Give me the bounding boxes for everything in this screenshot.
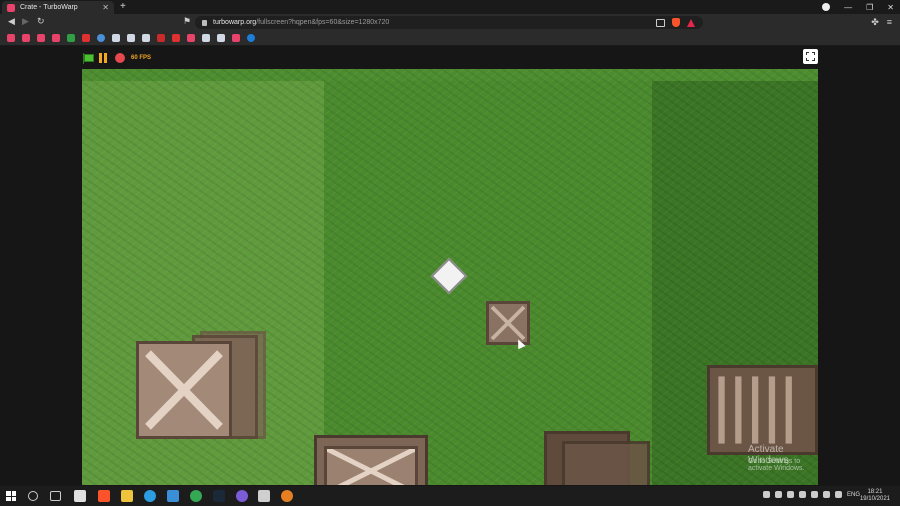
new-tab-icon[interactable]: + (120, 1, 126, 12)
green-flag-icon[interactable] (82, 52, 94, 64)
tray-2-icon[interactable] (774, 491, 782, 498)
tab-title: Crate - TurboWarp (20, 4, 78, 11)
browser-toolbar: ◀ ▶ ↻ ⚑ turbowarp.org /fullscreen?hqpen&… (0, 14, 900, 31)
fullscreen-icon (806, 52, 815, 61)
bookmark-icon[interactable]: ⚑ (183, 16, 191, 27)
brave-shields-icon[interactable] (672, 18, 680, 27)
extensions-icon[interactable]: ✤ (871, 17, 879, 28)
tray-5-icon[interactable] (810, 491, 818, 498)
share-icon[interactable] (656, 18, 665, 27)
bookmark-3-icon[interactable] (37, 34, 45, 42)
close-window-icon[interactable]: ✕ (887, 3, 894, 12)
address-bar[interactable]: turbowarp.org /fullscreen?hqpen&fps=60&s… (195, 16, 703, 29)
bookmark-5-icon[interactable] (67, 34, 75, 42)
app-icon[interactable] (167, 490, 179, 502)
windows-taskbar: ENG 18:21 19/10/2021 (0, 486, 900, 506)
tray-1-icon[interactable] (762, 491, 770, 498)
restore-icon[interactable]: ❐ (866, 3, 873, 12)
brave-rewards-icon[interactable] (687, 18, 695, 27)
window-controls: — ❐ ✕ (822, 0, 894, 14)
bookmark-15-icon[interactable] (217, 34, 225, 42)
fps-counter: 60 FPS (131, 55, 152, 61)
brave-taskbar-icon[interactable] (98, 490, 110, 502)
app-3-icon[interactable] (258, 490, 270, 502)
crate-bottom-front (324, 446, 418, 485)
bookmark-13-icon[interactable] (187, 34, 195, 42)
store-icon[interactable] (74, 490, 86, 502)
stop-icon[interactable] (115, 53, 125, 63)
bookmark-16-icon[interactable] (232, 34, 240, 42)
url-path: /fullscreen?hqpen&fps=60&size=1280x720 (256, 19, 390, 26)
bookmark-8-icon[interactable] (112, 34, 120, 42)
profile-icon[interactable] (822, 3, 831, 11)
stage-controls: 60 FPS (82, 52, 151, 64)
app-4-icon[interactable] (281, 490, 293, 502)
clock-date: 19/10/2021 (859, 496, 890, 502)
volume-icon[interactable] (834, 491, 842, 498)
taskbar-clock[interactable]: 18:21 19/10/2021 (860, 489, 890, 503)
wordpress-bookmark-icon[interactable] (97, 34, 105, 42)
bookmark-2-icon[interactable] (22, 34, 30, 42)
pause-icon[interactable] (99, 53, 107, 63)
task-view-icon[interactable] (50, 491, 61, 501)
bookmark-10-icon[interactable] (142, 34, 150, 42)
crate-trail (562, 441, 650, 485)
bookmark-4-icon[interactable] (52, 34, 60, 42)
bookmark-12-icon[interactable] (172, 34, 180, 42)
url-host: turbowarp.org (213, 19, 257, 26)
forward-icon[interactable]: ▶ (22, 16, 29, 27)
turbowarp-favicon-icon (7, 3, 15, 12)
activate-windows-subtitle: Go to Settings to activate Windows. (748, 458, 805, 472)
tray-6-icon[interactable] (822, 491, 830, 498)
browser-tab-bar: Crate - TurboWarp ✕ + — ❐ ✕ (0, 0, 900, 14)
lock-icon (202, 19, 207, 26)
clock-time: 18:21 (867, 489, 883, 495)
steam-icon[interactable] (213, 490, 225, 502)
menu-icon[interactable]: ≡ (887, 17, 892, 28)
minimize-icon[interactable]: — (844, 3, 852, 12)
crate-small (486, 301, 530, 345)
fullscreen-button[interactable] (803, 49, 818, 64)
tray-3-icon[interactable] (786, 491, 794, 498)
edge-icon[interactable] (144, 490, 156, 502)
start-icon[interactable] (6, 491, 16, 501)
back-icon[interactable]: ◀ (8, 16, 15, 27)
youtube-bookmark-icon[interactable] (82, 34, 90, 42)
app-2-icon[interactable] (236, 490, 248, 502)
game-stage[interactable]: Activate Windows Go to Settings to activ… (82, 69, 818, 485)
tray-4-icon[interactable] (798, 491, 806, 498)
language-indicator[interactable]: ENG (847, 492, 860, 498)
chrome-icon[interactable] (190, 490, 202, 502)
bookmark-14-icon[interactable] (202, 34, 210, 42)
system-tray: ENG (762, 491, 860, 498)
bookmarks-bar (0, 31, 900, 46)
bookmark-1-icon[interactable] (7, 34, 15, 42)
bookmark-17-icon[interactable] (247, 34, 255, 42)
crate-large (136, 341, 232, 439)
bookmark-11-icon[interactable] (157, 34, 165, 42)
bookmark-9-icon[interactable] (127, 34, 135, 42)
page: 60 FPS Activate Windows Go to Settings t… (0, 46, 900, 486)
file-explorer-icon[interactable] (121, 490, 133, 502)
close-tab-icon[interactable]: ✕ (102, 3, 109, 12)
search-icon[interactable] (28, 491, 38, 501)
browser-tab[interactable]: Crate - TurboWarp ✕ (2, 1, 114, 14)
reload-icon[interactable]: ↻ (37, 16, 45, 27)
crate-right-edge (707, 365, 818, 455)
